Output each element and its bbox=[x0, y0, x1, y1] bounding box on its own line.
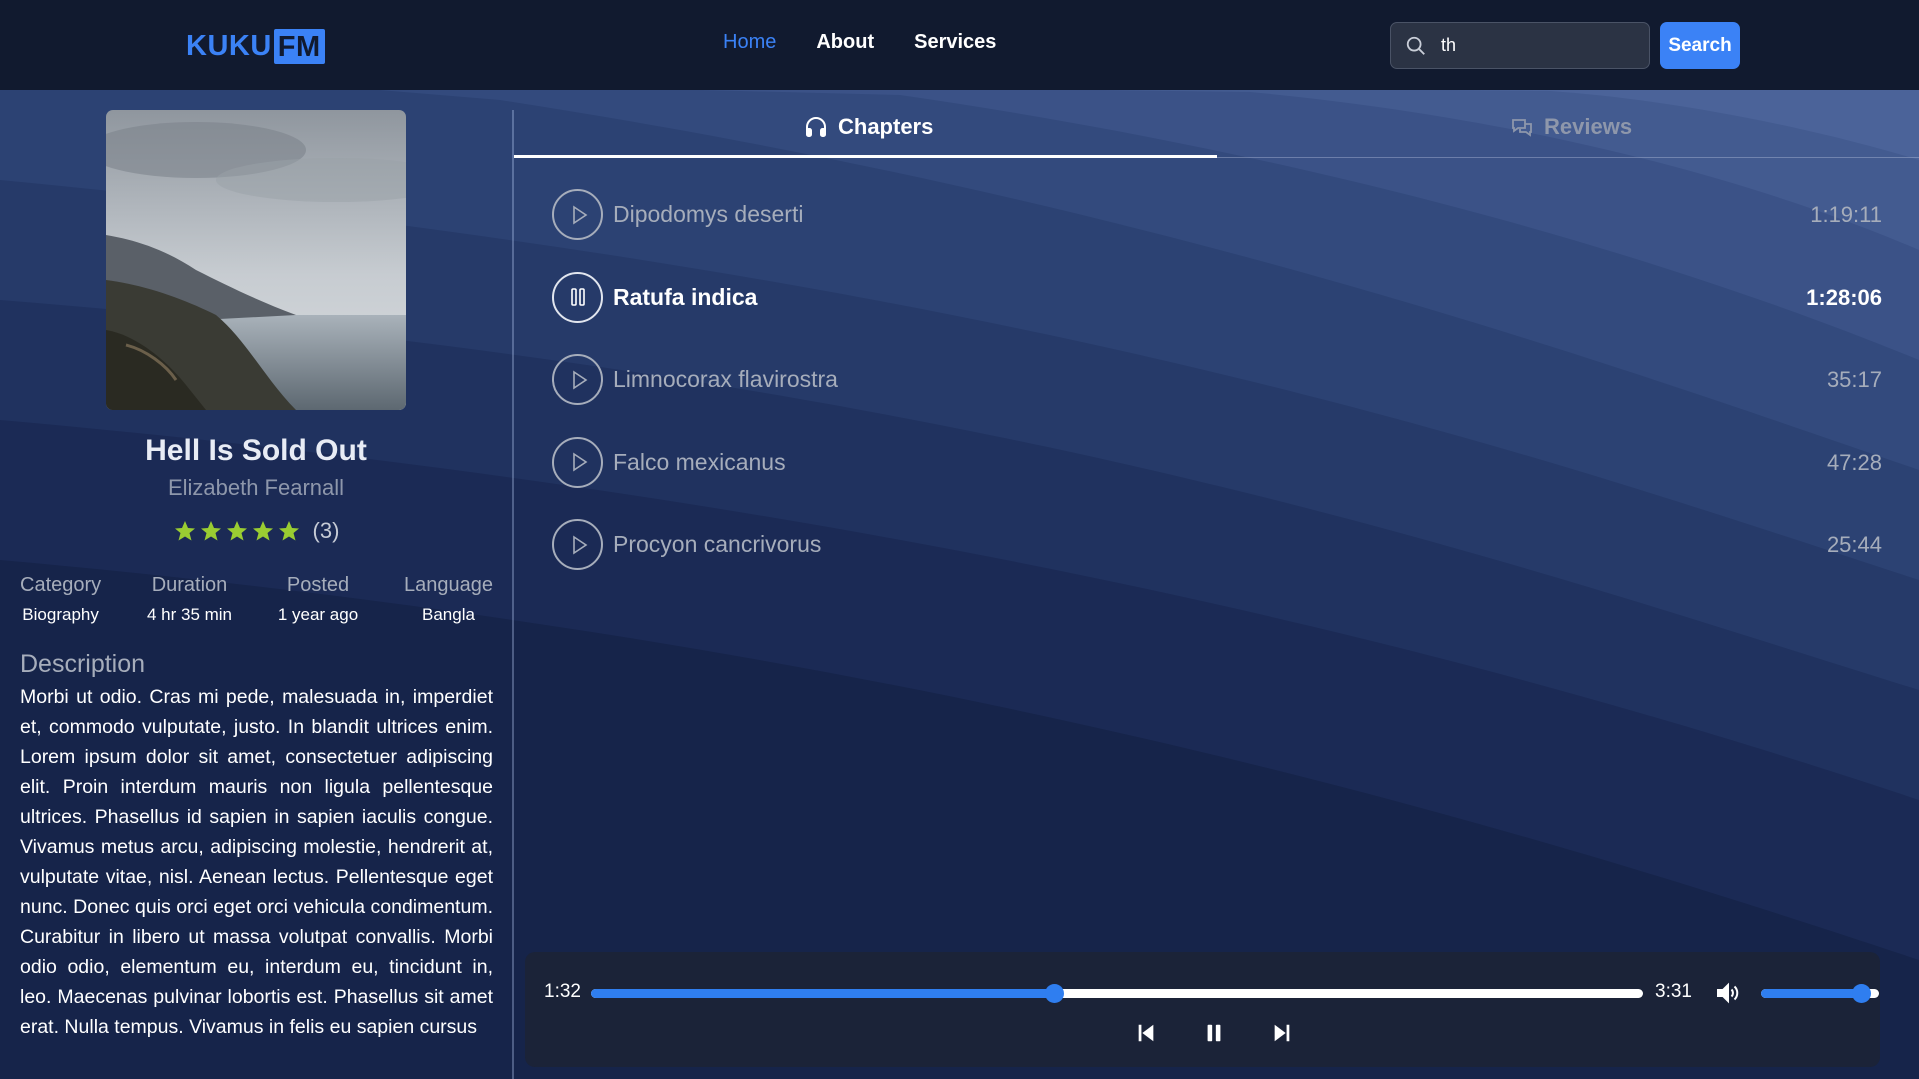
chapter-play-button[interactable] bbox=[552, 189, 603, 240]
search-input[interactable] bbox=[1441, 35, 1641, 56]
chapter-row[interactable]: Falco mexicanus 47:28 bbox=[552, 436, 1882, 520]
skip-next-icon[interactable] bbox=[1271, 1022, 1293, 1044]
volume-icon[interactable] bbox=[1715, 981, 1741, 1005]
book-cover-image bbox=[106, 110, 406, 410]
chapter-row[interactable]: Procyon cancrivorus 25:44 bbox=[552, 519, 1882, 602]
meta-label: Duration bbox=[151, 574, 228, 596]
chapter-duration: 1:19:11 bbox=[1810, 202, 1882, 227]
search-icon bbox=[1406, 36, 1425, 55]
content-tabs: Chapters Reviews bbox=[514, 100, 1919, 158]
chapter-row[interactable]: Dipodomys deserti 1:19:11 bbox=[552, 189, 1882, 272]
audio-player: 1:32 3:31 bbox=[525, 952, 1880, 1067]
chapter-row[interactable]: Ratufa indica 1:28:06 bbox=[552, 271, 1882, 355]
star-icon bbox=[226, 521, 247, 541]
star-icon bbox=[174, 521, 195, 541]
meta-language: Language Bangla bbox=[404, 574, 493, 625]
rating-stars: (3) bbox=[0, 518, 512, 544]
active-tab-underline bbox=[514, 155, 1217, 158]
main-nav: Home About Services bbox=[723, 31, 996, 54]
tab-reviews[interactable]: Reviews bbox=[1510, 114, 1632, 140]
volume-slider[interactable] bbox=[1761, 984, 1879, 1003]
chapter-duration: 47:28 bbox=[1826, 449, 1882, 475]
star-icon bbox=[200, 521, 221, 541]
chapter-title: Limnocorax flavirostra bbox=[613, 366, 838, 392]
chapter-duration: 1:28:06 bbox=[1806, 284, 1882, 310]
column-divider bbox=[512, 110, 514, 1079]
book-meta: Category Biography Duration 4 hr 35 min … bbox=[20, 574, 493, 625]
meta-value: Biography bbox=[22, 605, 99, 624]
volume-fill bbox=[1761, 989, 1862, 998]
description-text: Morbi ut odio. Cras mi pede, malesuada i… bbox=[20, 686, 493, 1038]
logo-text-fm: FM bbox=[273, 28, 325, 64]
search-button[interactable]: Search bbox=[1660, 22, 1740, 69]
chapter-title: Dipodomys deserti bbox=[613, 201, 804, 227]
chapter-duration: 25:44 bbox=[1826, 532, 1882, 557]
chat-bubbles-icon bbox=[1512, 119, 1532, 137]
total-time: 3:31 bbox=[1655, 981, 1692, 1002]
chapter-title: Falco mexicanus bbox=[613, 448, 786, 475]
rating-count: (3) bbox=[312, 518, 340, 543]
meta-category: Category Biography bbox=[20, 574, 101, 625]
star-icon bbox=[252, 521, 273, 541]
meta-value: 1 year ago bbox=[277, 605, 359, 624]
play-icon bbox=[572, 205, 587, 224]
nav-home-link[interactable]: Home bbox=[723, 31, 776, 54]
seek-handle[interactable] bbox=[1044, 984, 1064, 1003]
playback-controls bbox=[1135, 1022, 1293, 1044]
chapter-pause-button[interactable] bbox=[552, 271, 603, 323]
chapter-list: Dipodomys deserti 1:19:11 Ratufa indica … bbox=[552, 189, 1882, 602]
meta-label: Language bbox=[403, 574, 493, 596]
play-icon bbox=[572, 535, 587, 554]
description-heading: Description bbox=[20, 650, 146, 678]
book-author[interactable]: Elizabeth Fearnall bbox=[0, 475, 512, 501]
tab-chapters-label: Chapters bbox=[838, 114, 934, 139]
book-details-panel: Hell Is Sold Out Elizabeth Fearnall (3) … bbox=[0, 90, 512, 1079]
pause-icon bbox=[570, 288, 585, 306]
meta-label: Category bbox=[20, 574, 102, 596]
headphones-icon bbox=[806, 117, 826, 137]
seek-slider[interactable] bbox=[591, 984, 1643, 1003]
meta-value: Bangla bbox=[422, 605, 475, 624]
chapter-title: Ratufa indica bbox=[613, 283, 758, 310]
volume-handle[interactable] bbox=[1852, 984, 1872, 1003]
top-navbar: KUKU FM Home About Services Search bbox=[0, 0, 1919, 90]
skip-previous-icon[interactable] bbox=[1135, 1022, 1157, 1044]
meta-value: 4 hr 35 min bbox=[146, 605, 233, 624]
meta-posted: Posted 1 year ago bbox=[278, 574, 358, 625]
chapter-row[interactable]: Limnocorax flavirostra 35:17 bbox=[552, 354, 1882, 437]
play-icon bbox=[572, 452, 587, 472]
play-icon bbox=[572, 370, 587, 389]
meta-duration: Duration 4 hr 35 min bbox=[147, 574, 232, 625]
tab-chapters[interactable]: Chapters bbox=[804, 114, 933, 140]
meta-label: Posted bbox=[286, 574, 350, 596]
kukufm-logo[interactable]: KUKU FM bbox=[186, 28, 325, 64]
chapter-play-button[interactable] bbox=[552, 436, 603, 488]
nav-services-link[interactable]: Services bbox=[914, 31, 996, 54]
chapter-title: Procyon cancrivorus bbox=[613, 531, 822, 557]
tab-reviews-label: Reviews bbox=[1544, 114, 1633, 139]
seek-progress-fill bbox=[591, 989, 1054, 998]
star-icon bbox=[278, 521, 299, 541]
pause-icon[interactable] bbox=[1203, 1022, 1225, 1044]
chapter-duration: 35:17 bbox=[1826, 367, 1882, 392]
logo-text-kuku: KUKU bbox=[186, 29, 272, 62]
book-title: Hell Is Sold Out bbox=[145, 434, 367, 467]
current-time: 1:32 bbox=[544, 981, 581, 1002]
chapter-play-button[interactable] bbox=[552, 519, 603, 570]
chapter-play-button[interactable] bbox=[552, 354, 603, 405]
search-box bbox=[1390, 22, 1650, 69]
nav-about-link[interactable]: About bbox=[816, 31, 874, 54]
